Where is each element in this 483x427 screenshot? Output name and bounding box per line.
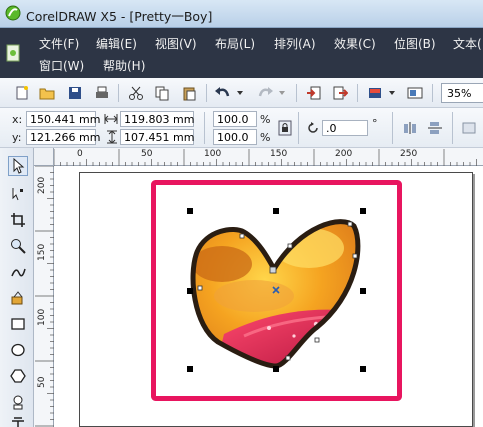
crop-tool-icon[interactable]	[8, 210, 28, 230]
menu-view[interactable]: 视图(V)	[155, 35, 197, 52]
menu-text[interactable]: 文本(	[453, 35, 482, 52]
basic-shapes-tool-icon[interactable]	[8, 392, 28, 412]
rotate-icon	[304, 119, 322, 137]
horizontal-ruler[interactable]: 0 50 100 150 200 250	[34, 148, 483, 166]
mirror-horizontal-icon[interactable]	[401, 119, 419, 137]
copy-icon[interactable]	[153, 84, 171, 102]
menu-arrange[interactable]: 排列(A)	[274, 35, 316, 52]
text-tool-icon[interactable]	[8, 414, 28, 427]
height-arrow-icon	[107, 130, 117, 144]
application-launcher-icon[interactable]	[366, 84, 384, 102]
print-icon[interactable]	[93, 84, 111, 102]
zoom-tool-icon[interactable]	[8, 236, 28, 256]
percent-sign: %	[260, 131, 271, 144]
menu-help[interactable]: 帮助(H)	[103, 57, 145, 74]
x-position-field[interactable]: 150.441 mm	[26, 111, 100, 127]
paste-icon[interactable]	[180, 84, 198, 102]
welcome-screen-icon[interactable]	[406, 84, 424, 102]
smart-fill-tool-icon[interactable]	[8, 288, 28, 308]
ruler-tick-label: 50	[37, 376, 47, 388]
heart-bitmap[interactable]	[184, 216, 364, 376]
ruler-tick-label: 100	[37, 308, 47, 326]
title-bar: CorelDRAW X5 - [Pretty一Boy]	[0, 0, 483, 28]
scale-y-field[interactable]: 100.0	[213, 129, 257, 145]
wrap-text-icon[interactable]	[460, 119, 478, 137]
object-height-field[interactable]: 107.451 mm	[120, 129, 194, 145]
menu-bitmaps[interactable]: 位图(B)	[394, 35, 436, 52]
menu-effects[interactable]: 效果(C)	[334, 35, 376, 52]
vertical-ruler[interactable]: 200 150 100 50	[34, 166, 54, 427]
toolbar-separator	[357, 84, 358, 102]
toolbar-separator	[204, 112, 205, 144]
coreldraw-app-icon[interactable]	[5, 5, 21, 21]
window-title: CorelDRAW X5 - [Pretty一Boy]	[26, 9, 213, 24]
ruler-tick-label: 250	[400, 149, 418, 159]
rectangle-tool-icon[interactable]	[8, 314, 28, 334]
new-document-icon[interactable]	[13, 84, 31, 102]
degree-sign: °	[372, 117, 378, 130]
menu-layout[interactable]: 布局(L)	[215, 35, 255, 52]
cut-icon[interactable]	[127, 84, 145, 102]
polygon-tool-icon[interactable]	[8, 366, 28, 386]
undo-icon[interactable]	[214, 84, 232, 102]
launcher-dropdown-icon[interactable]	[388, 84, 396, 102]
ruler-tick-label: 50	[141, 149, 153, 159]
width-arrow-icon	[104, 114, 118, 124]
ruler-origin-corner[interactable]	[34, 148, 54, 166]
toolbar-separator	[206, 84, 207, 102]
drawing-canvas[interactable]	[54, 166, 483, 427]
shape-tool-icon[interactable]	[8, 184, 28, 204]
percent-sign: %	[260, 113, 271, 126]
ruler-tick-label: 150	[270, 149, 288, 159]
undo-dropdown-icon[interactable]	[236, 84, 244, 102]
save-icon[interactable]	[66, 84, 84, 102]
ruler-tick-label: 150	[37, 243, 47, 261]
export-icon[interactable]	[331, 84, 349, 102]
toolbar-separator	[432, 84, 433, 102]
pick-tool-icon[interactable]	[8, 156, 28, 176]
ruler-tick-label: 200	[335, 149, 353, 159]
zoom-level-field[interactable]: 35%	[441, 83, 483, 103]
toolbar-separator	[392, 112, 393, 144]
x-position-label: x:	[12, 113, 23, 126]
toolbox	[0, 148, 34, 427]
ruler-tick-label: 100	[204, 149, 222, 159]
ruler-tick-label: 200	[37, 176, 47, 194]
menu-window[interactable]: 窗口(W)	[39, 57, 84, 74]
ruler-tick-label: 0	[77, 149, 83, 159]
y-position-field[interactable]: 121.266 mm	[26, 129, 100, 145]
scale-x-field[interactable]: 100.0	[213, 111, 257, 127]
property-bar: x: 150.441 mm y: 121.266 mm 119.803 mm 1…	[0, 108, 483, 148]
lock-ratio-icon[interactable]	[276, 119, 294, 137]
toolbar-separator	[296, 84, 297, 102]
open-folder-icon[interactable]	[38, 84, 56, 102]
rotation-angle-field[interactable]: .0	[322, 120, 368, 136]
document-icon[interactable]	[6, 44, 20, 62]
menu-bar: 文件(F) 编辑(E) 视图(V) 布局(L) 排列(A) 效果(C) 位图(B…	[0, 28, 483, 78]
redo-icon[interactable]	[256, 84, 274, 102]
standard-toolbar: 35%	[0, 78, 483, 108]
toolbar-separator	[118, 84, 119, 102]
menu-edit[interactable]: 编辑(E)	[96, 35, 137, 52]
y-position-label: y:	[12, 131, 22, 144]
toolbar-separator	[298, 112, 299, 144]
artwork[interactable]	[54, 166, 483, 427]
toolbar-separator	[452, 112, 453, 144]
redo-dropdown-icon[interactable]	[278, 84, 286, 102]
object-width-field[interactable]: 119.803 mm	[120, 111, 194, 127]
ellipse-tool-icon[interactable]	[8, 340, 28, 360]
menu-file[interactable]: 文件(F)	[39, 35, 79, 52]
import-icon[interactable]	[305, 84, 323, 102]
freehand-tool-icon[interactable]	[8, 262, 28, 282]
mirror-vertical-icon[interactable]	[426, 119, 444, 137]
